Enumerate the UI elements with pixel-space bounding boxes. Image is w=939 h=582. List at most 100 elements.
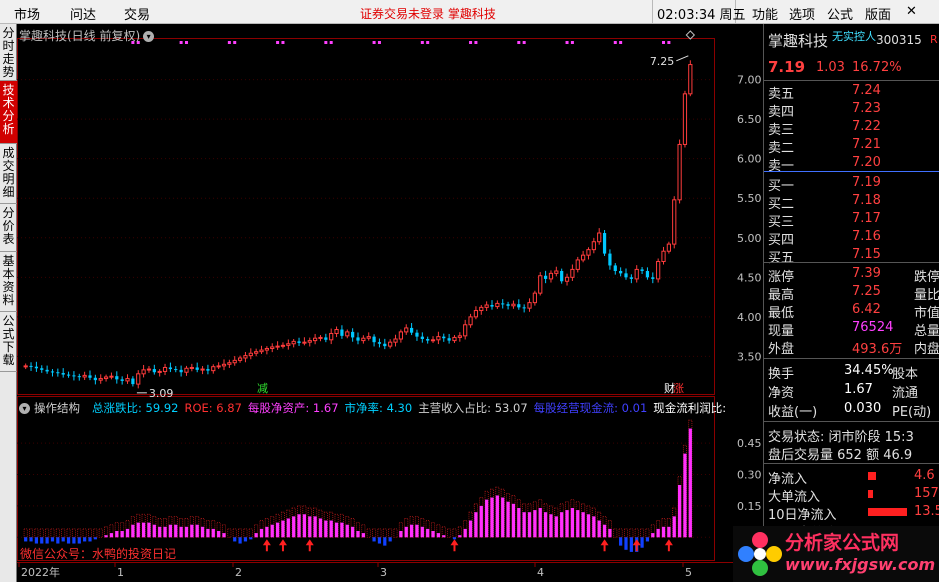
diamond-icon xyxy=(685,30,696,40)
indicator-bar xyxy=(489,488,495,538)
tab-profile[interactable]: 基本资料 xyxy=(0,252,17,312)
indicator-bar xyxy=(221,524,227,538)
indicator-item: 市净率: 4.30 xyxy=(344,401,413,415)
candle xyxy=(243,351,248,363)
menu-market[interactable]: 市场 xyxy=(14,4,40,23)
indicator-bar xyxy=(447,528,452,538)
fund-row: 换手 34.45% 股本 xyxy=(764,362,939,382)
indicator-bar xyxy=(565,501,570,538)
indicator-bar xyxy=(436,524,441,538)
indicator-bar xyxy=(495,486,500,538)
stat-value: 76524 xyxy=(852,320,894,335)
candle xyxy=(619,267,623,277)
chart-header[interactable]: 掌趣科技(日线 前复权) ▾ xyxy=(19,27,155,44)
menu-wenda[interactable]: 问达 xyxy=(70,4,96,23)
flow-bar xyxy=(868,508,907,516)
indicator-bar xyxy=(398,522,403,538)
close-icon[interactable]: ✕ xyxy=(906,4,917,19)
row-price: 7.17 xyxy=(852,211,881,226)
candle xyxy=(286,339,291,350)
flow-row: 大单流入 157 xyxy=(764,485,939,505)
kline-chart[interactable]: 7.00 6.50 6.00 5.50 5.00 4.50 4.00 3.50 7.25 3.09… xyxy=(17,24,763,582)
indicator-bar xyxy=(640,528,645,548)
signal-dot xyxy=(469,41,473,44)
indicator-bar xyxy=(591,507,596,538)
chart-canvas[interactable]: 7.00 6.50 6.00 5.50 5.00 4.50 4.00 3.50 7.25 3.09… xyxy=(17,24,763,582)
clock: 02:03:34 周五 xyxy=(652,0,746,24)
left-tab-bar: 分时走势 技术分析 成交明细 分价表 基本资料 公式下载 xyxy=(0,24,17,582)
candle xyxy=(383,338,387,350)
control-tag: 无实控人 xyxy=(832,30,876,43)
signal-dot xyxy=(179,41,183,44)
candle xyxy=(501,299,505,309)
indicator-bar xyxy=(607,520,612,538)
menu-layout[interactable]: 版面 xyxy=(865,4,891,23)
tab-formula-download[interactable]: 公式下载 xyxy=(0,312,17,372)
indicator-bar xyxy=(672,507,677,538)
buy-signal-arrow xyxy=(278,539,287,552)
chevron-down-icon[interactable]: ▾ xyxy=(143,31,155,42)
indicator-bar xyxy=(200,518,205,538)
indicator-bar xyxy=(82,528,87,542)
flow-bar xyxy=(868,490,873,498)
bid-row: 买一 7.19 xyxy=(764,174,939,194)
candle xyxy=(597,228,602,245)
candle xyxy=(206,364,210,375)
candle xyxy=(23,363,28,370)
indicator-bar xyxy=(345,515,350,538)
menu-function[interactable]: 功能 xyxy=(752,4,778,23)
login-notice[interactable]: 证券交易未登录 掌趣科技 xyxy=(360,5,496,22)
candle xyxy=(426,336,430,344)
divider xyxy=(764,80,939,81)
indicator-bar xyxy=(329,511,334,538)
indicator-item: 主营收入占比: 53.07 xyxy=(418,401,528,415)
indicator-bar xyxy=(613,528,618,538)
indicator-bar xyxy=(366,528,371,538)
menu-formula[interactable]: 公式 xyxy=(827,4,853,23)
indicator-bar xyxy=(297,505,302,538)
indicator-header[interactable]: ▾ 操作结构 总涨跌比: 59.92 ROE: 6.87 每股净资产: 1.67 市净率:… xyxy=(19,400,738,416)
tab-intraday[interactable]: 分时走势 xyxy=(0,24,17,81)
candle xyxy=(345,329,350,339)
candle xyxy=(420,332,424,343)
logo-url[interactable]: www.fxjgsw.com xyxy=(785,555,935,574)
candle xyxy=(388,339,393,349)
indicator-item: 每股净资产: 1.67 xyxy=(247,401,339,415)
stat-value: 6.42 xyxy=(852,302,881,317)
candle xyxy=(162,363,168,376)
candle xyxy=(688,60,693,97)
candle xyxy=(415,329,419,341)
menu-options[interactable]: 选项 xyxy=(789,4,815,23)
bid-row: 买四 7.16 xyxy=(764,228,939,248)
candle xyxy=(179,365,183,377)
tab-price-table[interactable]: 分价表 xyxy=(0,204,17,252)
indicator-bar xyxy=(71,528,76,544)
candle xyxy=(324,333,328,343)
indicator-bar xyxy=(468,511,473,538)
candle xyxy=(131,376,135,387)
indicator-bar xyxy=(350,518,355,538)
indicator-bar xyxy=(575,501,580,538)
indicator-bar xyxy=(254,524,259,538)
indicator-bar xyxy=(388,528,393,542)
candle xyxy=(452,335,457,343)
indicator-bar xyxy=(457,526,462,538)
last-price: 7.19 xyxy=(768,58,806,76)
candle xyxy=(677,139,682,204)
candle xyxy=(661,246,666,265)
candle xyxy=(361,335,366,344)
indicator-bar xyxy=(661,518,666,538)
tab-technical[interactable]: 技术分析 xyxy=(0,81,17,144)
candle xyxy=(511,300,516,309)
buy-signal-arrow xyxy=(262,539,271,552)
row-price: 7.20 xyxy=(852,155,881,170)
candle xyxy=(56,368,60,377)
menu-trade[interactable]: 交易 xyxy=(124,4,150,23)
indicator-bar xyxy=(570,499,575,538)
chevron-down-icon[interactable]: ▾ xyxy=(19,403,30,414)
fund-value: 0.030 xyxy=(844,401,882,416)
fund-row: 净资 1.67 流通 xyxy=(764,381,939,401)
candle xyxy=(398,329,403,343)
indicator-bar xyxy=(280,511,285,538)
tab-ticks[interactable]: 成交明细 xyxy=(0,144,17,204)
